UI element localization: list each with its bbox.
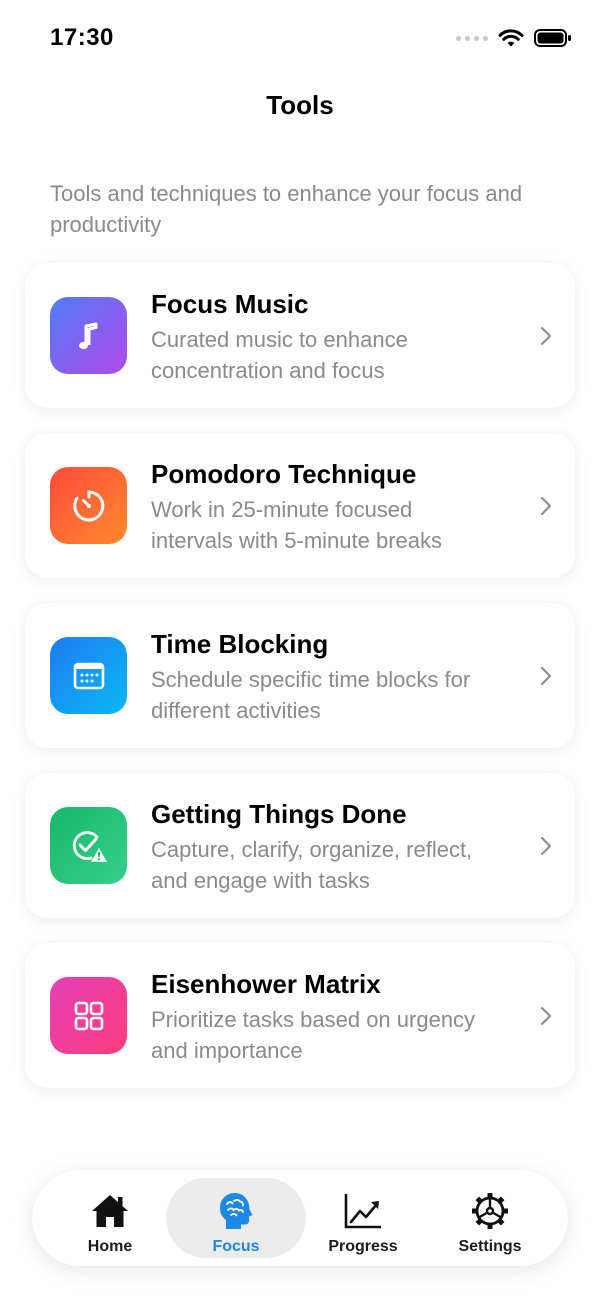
cellular-signal-icon bbox=[456, 35, 488, 41]
tool-description: Curated music to enhance concentration a… bbox=[151, 327, 408, 383]
tools-list: Focus Music Curated music to enhance con… bbox=[25, 263, 575, 1113]
tool-description: Schedule specific time blocks for differ… bbox=[151, 667, 471, 723]
music-note-icon bbox=[50, 297, 127, 374]
tool-title: Eisenhower Matrix bbox=[151, 969, 381, 999]
tab-progress[interactable]: Progress bbox=[293, 1178, 433, 1258]
chevron-right-icon bbox=[540, 496, 552, 516]
status-bar: 17:30 bbox=[0, 0, 600, 76]
brain-head-icon bbox=[220, 1193, 253, 1229]
tab-focus[interactable]: Focus bbox=[166, 1178, 306, 1258]
tool-description: Work in 25-minute focused intervals with… bbox=[151, 497, 443, 553]
gear-icon bbox=[472, 1193, 508, 1229]
tool-description: Capture, clarify, organize, reflect, and… bbox=[151, 837, 473, 893]
tab-label: Settings bbox=[458, 1238, 522, 1255]
status-time: 17:30 bbox=[50, 24, 114, 51]
tool-title: Pomodoro Technique bbox=[151, 459, 417, 489]
status-icons bbox=[456, 26, 572, 50]
battery-icon bbox=[534, 29, 571, 47]
tool-card-getting-things-done[interactable]: Getting Things Done Capture, clarify, or… bbox=[25, 773, 575, 918]
chart-icon bbox=[344, 1194, 381, 1229]
tab-settings[interactable]: Settings bbox=[420, 1178, 560, 1258]
page-subtitle: Tools and techniques to enhance your foc… bbox=[50, 181, 523, 237]
tab-label: Progress bbox=[328, 1238, 398, 1255]
tool-title: Getting Things Done bbox=[151, 799, 407, 829]
wifi-icon bbox=[498, 29, 524, 47]
tool-description: Prioritize tasks based on urgency and im… bbox=[151, 1007, 476, 1063]
timer-icon bbox=[50, 467, 127, 544]
tab-home[interactable]: Home bbox=[40, 1178, 180, 1258]
tab-label: Focus bbox=[212, 1238, 260, 1255]
tab-bar: Home Focus Progress Settings bbox=[32, 1170, 568, 1266]
check-warning-icon bbox=[50, 807, 127, 884]
chevron-right-icon bbox=[540, 666, 552, 686]
calendar-icon bbox=[50, 637, 127, 714]
tool-card-focus-music[interactable]: Focus Music Curated music to enhance con… bbox=[25, 263, 575, 408]
tool-card-pomodoro[interactable]: Pomodoro Technique Work in 25-minute foc… bbox=[25, 433, 575, 578]
grid-icon bbox=[50, 977, 127, 1054]
tool-card-eisenhower-matrix[interactable]: Eisenhower Matrix Prioritize tasks based… bbox=[25, 943, 575, 1088]
house-icon bbox=[92, 1195, 128, 1227]
chevron-right-icon bbox=[540, 1006, 552, 1026]
page-title: Tools bbox=[266, 90, 334, 120]
chevron-right-icon bbox=[540, 836, 552, 856]
tool-card-time-blocking[interactable]: Time Blocking Schedule specific time blo… bbox=[25, 603, 575, 748]
chevron-right-icon bbox=[540, 326, 552, 346]
tab-label: Home bbox=[87, 1238, 133, 1255]
tool-title: Time Blocking bbox=[151, 629, 329, 659]
tool-title: Focus Music bbox=[151, 289, 309, 319]
